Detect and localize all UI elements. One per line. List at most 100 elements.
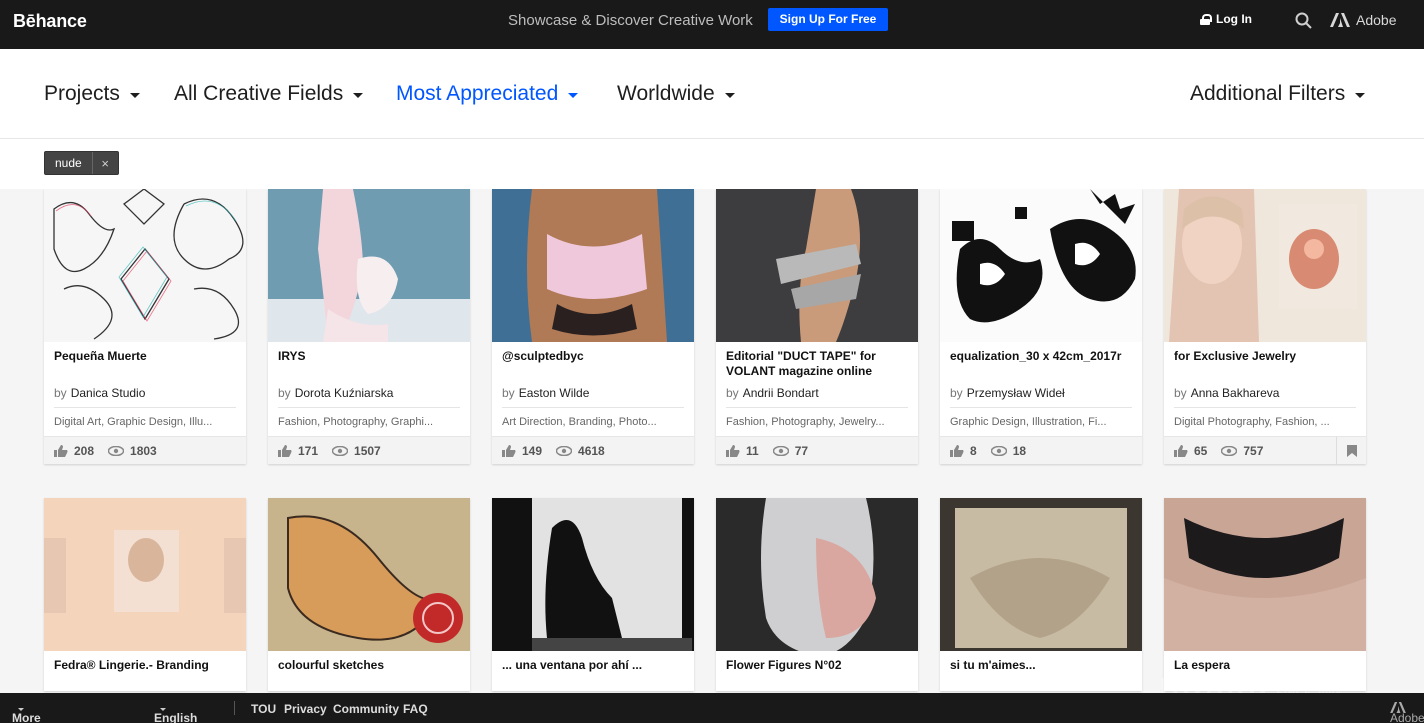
project-thumbnail[interactable] bbox=[44, 498, 246, 651]
project-thumbnail[interactable] bbox=[1164, 189, 1366, 342]
project-owner[interactable]: by Anna Bakhareva bbox=[1174, 386, 1356, 408]
project-owner[interactable]: by Andrii Bondart bbox=[726, 386, 908, 408]
active-tags: nude × bbox=[0, 139, 1424, 189]
views-count: 1507 bbox=[354, 443, 381, 458]
tagline: Showcase & Discover Creative Work bbox=[508, 12, 753, 29]
owner-name[interactable]: Przemysław Wideł bbox=[967, 386, 1065, 400]
additional-filters-dropdown[interactable]: Additional Filters bbox=[1190, 82, 1366, 106]
appreciation-count: 208 bbox=[74, 443, 95, 458]
project-title[interactable]: IRYS bbox=[268, 342, 470, 382]
project-thumbnail[interactable] bbox=[716, 498, 918, 651]
projects-dropdown[interactable]: Projects bbox=[44, 82, 140, 106]
project-card[interactable]: Pequeña Muerte by Danica Studio Digital A… bbox=[44, 189, 246, 464]
by-label: by bbox=[502, 386, 515, 400]
project-title[interactable]: colourful sketches bbox=[268, 651, 470, 691]
project-thumbnail[interactable] bbox=[44, 189, 246, 342]
sort-dropdown[interactable]: Most Appreciated bbox=[396, 82, 579, 106]
project-card[interactable]: @sculptedbyc by Easton Wilde Art Directio… bbox=[492, 189, 694, 464]
appreciation-icon bbox=[278, 444, 292, 457]
project-thumbnail[interactable] bbox=[268, 498, 470, 651]
owner-name[interactable]: Easton Wilde bbox=[519, 386, 590, 400]
project-thumbnail[interactable] bbox=[492, 498, 694, 651]
project-fields: Digital Art, Graphic Design, Illu... bbox=[54, 416, 213, 428]
project-stats: 11 77 bbox=[716, 436, 918, 464]
projects-label: Projects bbox=[44, 82, 120, 105]
tou-link[interactable]: TOU bbox=[251, 702, 276, 716]
by-label: by bbox=[950, 386, 963, 400]
project-owner[interactable]: by Danica Studio bbox=[54, 386, 236, 408]
community-link[interactable]: Community bbox=[333, 702, 399, 716]
signup-button[interactable]: Sign Up For Free bbox=[768, 8, 888, 31]
appreciation-count: 8 bbox=[970, 443, 977, 458]
project-grid: Pequeña Muerte by Danica Studio Digital A… bbox=[0, 189, 1424, 693]
project-title[interactable]: @sculptedbyc bbox=[492, 342, 694, 382]
more-behance-dropdown[interactable]: More Behance bbox=[12, 702, 41, 723]
top-navigation: Bēhance Showcase & Discover Creative Wor… bbox=[0, 0, 1424, 49]
login-link[interactable]: Log In bbox=[1200, 12, 1252, 26]
project-thumbnail[interactable] bbox=[268, 189, 470, 342]
project-fields: Graphic Design, Illustration, Fi... bbox=[950, 416, 1107, 428]
privacy-link[interactable]: Privacy bbox=[284, 702, 327, 716]
project-stats: 65 757 bbox=[1164, 436, 1366, 464]
project-title[interactable]: Flower Figures N°02 bbox=[716, 651, 918, 691]
project-thumbnail[interactable] bbox=[1164, 498, 1366, 651]
behance-logo[interactable]: Bēhance bbox=[13, 11, 87, 32]
faq-link[interactable]: FAQ bbox=[403, 702, 428, 716]
project-title[interactable]: Editorial "DUCT TAPE" for VOLANT magazin… bbox=[716, 342, 918, 382]
project-thumbnail[interactable] bbox=[716, 189, 918, 342]
project-stats: 171 1507 bbox=[268, 436, 470, 464]
views-icon bbox=[1221, 445, 1238, 456]
language-label: English bbox=[154, 711, 198, 723]
project-owner[interactable]: by Przemysław Wideł bbox=[950, 386, 1132, 408]
chevron-down-icon bbox=[724, 92, 735, 98]
project-title[interactable]: for Exclusive Jewelry bbox=[1164, 342, 1366, 382]
lock-icon bbox=[1200, 13, 1212, 25]
project-owner[interactable]: by Dorota Kuźniarska bbox=[278, 386, 460, 408]
project-stats: 149 4618 bbox=[492, 436, 694, 464]
project-thumbnail[interactable] bbox=[940, 498, 1142, 651]
project-card[interactable]: Editorial "DUCT TAPE" for VOLANT magazin… bbox=[716, 189, 918, 464]
owner-name[interactable]: Anna Bakhareva bbox=[1191, 386, 1280, 400]
save-to-collection-button[interactable] bbox=[1336, 437, 1366, 464]
creative-fields-dropdown[interactable]: All Creative Fields bbox=[174, 82, 364, 106]
project-card[interactable]: equalization_30 x 42cm_2017r by Przemysła… bbox=[940, 189, 1142, 464]
project-card[interactable]: Flower Figures N°02 bbox=[716, 498, 918, 691]
views-count: 18 bbox=[1012, 443, 1027, 458]
adobe-link[interactable]: Adobe bbox=[1330, 12, 1396, 28]
project-card[interactable]: La espera bbox=[1164, 498, 1366, 691]
project-thumbnail[interactable] bbox=[492, 189, 694, 342]
project-title[interactable]: equalization_30 x 42cm_2017r bbox=[940, 342, 1142, 382]
project-fields: Art Direction, Branding, Photo... bbox=[502, 416, 657, 428]
project-fields: Digital Photography, Fashion, ... bbox=[1174, 416, 1330, 428]
project-card[interactable]: colourful sketches bbox=[268, 498, 470, 691]
project-title[interactable]: Fedra® Lingerie.- Branding bbox=[44, 651, 246, 691]
search-icon[interactable] bbox=[1295, 12, 1312, 29]
appreciation-icon bbox=[502, 444, 516, 457]
footer-bar: More Behance English TOU Privacy Communi… bbox=[0, 693, 1424, 723]
project-fields: Fashion, Photography, Jewelry... bbox=[726, 416, 885, 428]
chevron-down-icon bbox=[129, 92, 140, 98]
project-title[interactable]: ... una ventana por ahí ... bbox=[492, 651, 694, 691]
language-dropdown[interactable]: English bbox=[154, 702, 197, 723]
sort-label: Most Appreciated bbox=[396, 82, 559, 105]
owner-name[interactable]: Dorota Kuźniarska bbox=[295, 386, 394, 400]
project-card[interactable]: ... una ventana por ahí ... bbox=[492, 498, 694, 691]
project-fields: Fashion, Photography, Graphi... bbox=[278, 416, 434, 428]
search-tag: nude × bbox=[44, 151, 119, 175]
project-card[interactable]: Fedra® Lingerie.- Branding bbox=[44, 498, 246, 691]
project-thumbnail[interactable] bbox=[940, 189, 1142, 342]
footer-adobe-label: Adobe bbox=[1390, 711, 1424, 723]
location-dropdown[interactable]: Worldwide bbox=[617, 82, 735, 106]
footer-divider bbox=[234, 701, 235, 715]
owner-name[interactable]: Danica Studio bbox=[71, 386, 146, 400]
project-title[interactable]: Pequeña Muerte bbox=[44, 342, 246, 382]
project-title[interactable]: si tu m'aimes... bbox=[940, 651, 1142, 691]
footer-adobe-link[interactable]: Adobe bbox=[1390, 702, 1424, 723]
project-owner[interactable]: by Easton Wilde bbox=[502, 386, 684, 408]
project-card[interactable]: for Exclusive Jewelry by Anna Bakhareva D… bbox=[1164, 189, 1366, 464]
close-icon[interactable]: × bbox=[91, 152, 118, 174]
project-card[interactable]: IRYS by Dorota Kuźniarska Fashion, Photog… bbox=[268, 189, 470, 464]
project-stats: 8 18 bbox=[940, 436, 1142, 464]
project-card[interactable]: si tu m'aimes... bbox=[940, 498, 1142, 691]
owner-name[interactable]: Andrii Bondart bbox=[743, 386, 819, 400]
